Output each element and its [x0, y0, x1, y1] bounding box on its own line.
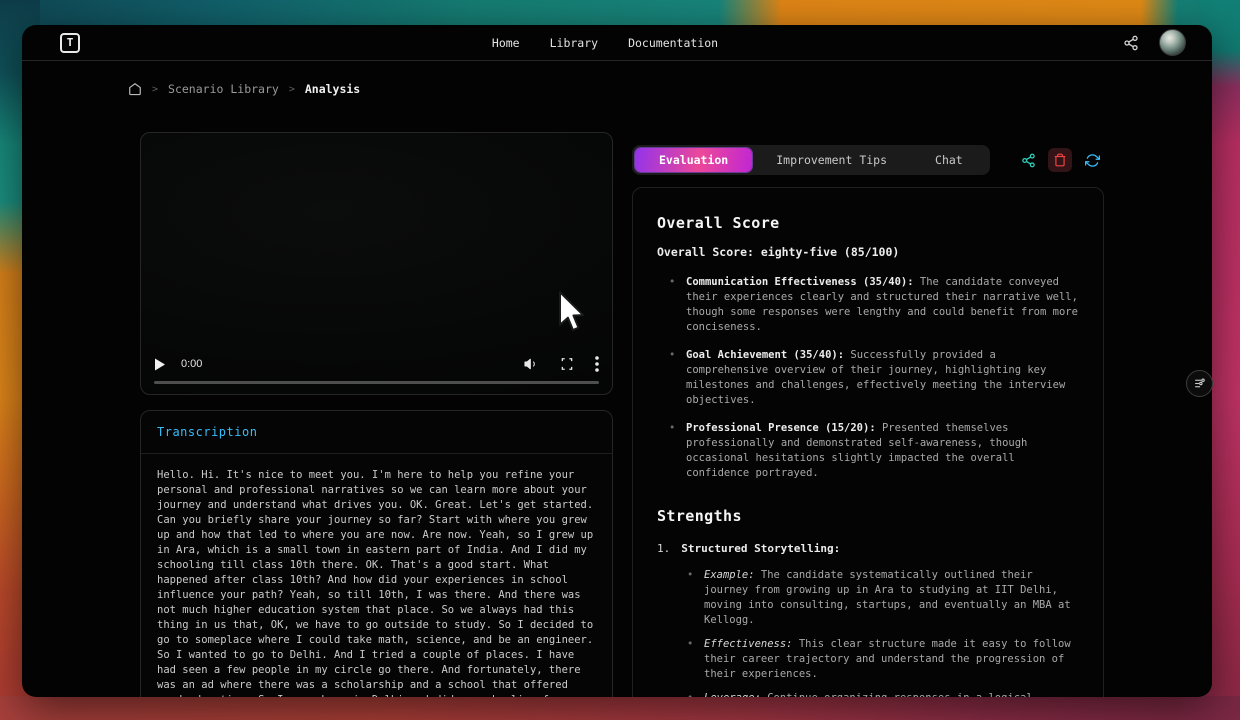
video-player[interactable]: 0:00 [140, 132, 613, 395]
score-bullet: Goal Achievement (35/40): Successfully p… [657, 348, 1079, 408]
transcription-text: Hello. Hi. It's nice to meet you. I'm he… [141, 454, 612, 697]
strength-point: Leverage: Continue organizing responses … [657, 691, 1079, 697]
evaluation-content: Overall Score Overall Score: eighty-five… [632, 187, 1104, 697]
share-icon[interactable] [1123, 35, 1139, 51]
home-icon[interactable] [128, 82, 142, 96]
video-controls-right [523, 356, 599, 372]
volume-icon[interactable] [523, 356, 539, 372]
top-navbar: T Home Library Documentation [22, 25, 1212, 61]
nav-link-documentation[interactable]: Documentation [628, 36, 718, 50]
strength-points-list: Example: The candidate systematically ou… [657, 568, 1079, 697]
score-bullet: Communication Effectiveness (35/40): The… [657, 275, 1079, 335]
breadcrumb-current-page: Analysis [305, 82, 360, 96]
chevron-right-icon: > [289, 84, 295, 95]
nav-link-home[interactable]: Home [492, 36, 520, 50]
delete-icon[interactable] [1048, 148, 1072, 172]
score-bullet: Professional Presence (15/20): Presented… [657, 421, 1079, 481]
brand-logo-letter: T [67, 36, 74, 49]
tab-evaluation[interactable]: Evaluation [635, 148, 752, 172]
transcription-title: Transcription [141, 411, 612, 454]
video-controls: 0:00 [154, 356, 599, 372]
more-options-icon[interactable] [595, 356, 599, 372]
left-column: 0:00 [140, 132, 613, 697]
chevron-right-icon: > [152, 84, 158, 95]
strength-point: Example: The candidate systematically ou… [657, 568, 1079, 628]
video-current-time: 0:00 [181, 358, 202, 370]
transcription-panel: Transcription Hello. Hi. It's nice to me… [140, 410, 613, 697]
tab-chat[interactable]: Chat [911, 148, 987, 172]
main-nav: Home Library Documentation [492, 36, 718, 50]
breadcrumb-scenario-library[interactable]: Scenario Library [168, 82, 279, 96]
share-analysis-icon[interactable] [1016, 148, 1040, 172]
nav-link-library[interactable]: Library [550, 36, 598, 50]
score-breakdown-list: Communication Effectiveness (35/40): The… [657, 275, 1079, 481]
analysis-toolbar: Evaluation Improvement Tips Chat [632, 145, 1104, 175]
brand-logo[interactable]: T [60, 33, 80, 53]
breadcrumb: > Scenario Library > Analysis [128, 82, 1212, 96]
play-icon[interactable] [154, 358, 166, 371]
strength-point: Effectiveness: This clear structure made… [657, 637, 1079, 682]
analysis-tabs: Evaluation Improvement Tips Chat [632, 145, 990, 175]
desktop-background-bottom [0, 696, 1240, 720]
user-avatar[interactable] [1159, 29, 1186, 56]
fullscreen-icon[interactable] [560, 357, 574, 371]
strength-item: 1. Structured Storytelling: [657, 542, 1079, 555]
right-column: Evaluation Improvement Tips Chat [632, 132, 1104, 697]
navbar-right [1123, 29, 1186, 56]
overall-score-heading: Overall Score [657, 214, 1079, 232]
tab-improvement-tips[interactable]: Improvement Tips [752, 148, 911, 172]
app-window: T Home Library Documentation > Scenario … [22, 25, 1212, 697]
refresh-icon[interactable] [1080, 148, 1104, 172]
analysis-tool-icons [1016, 148, 1104, 172]
adjustments-icon[interactable] [1186, 370, 1213, 397]
video-seek-bar[interactable] [154, 381, 599, 384]
main-content: 0:00 [22, 96, 1212, 697]
strengths-heading: Strengths [657, 507, 1079, 525]
overall-score-summary: Overall Score: eighty-five (85/100) [657, 245, 1079, 259]
